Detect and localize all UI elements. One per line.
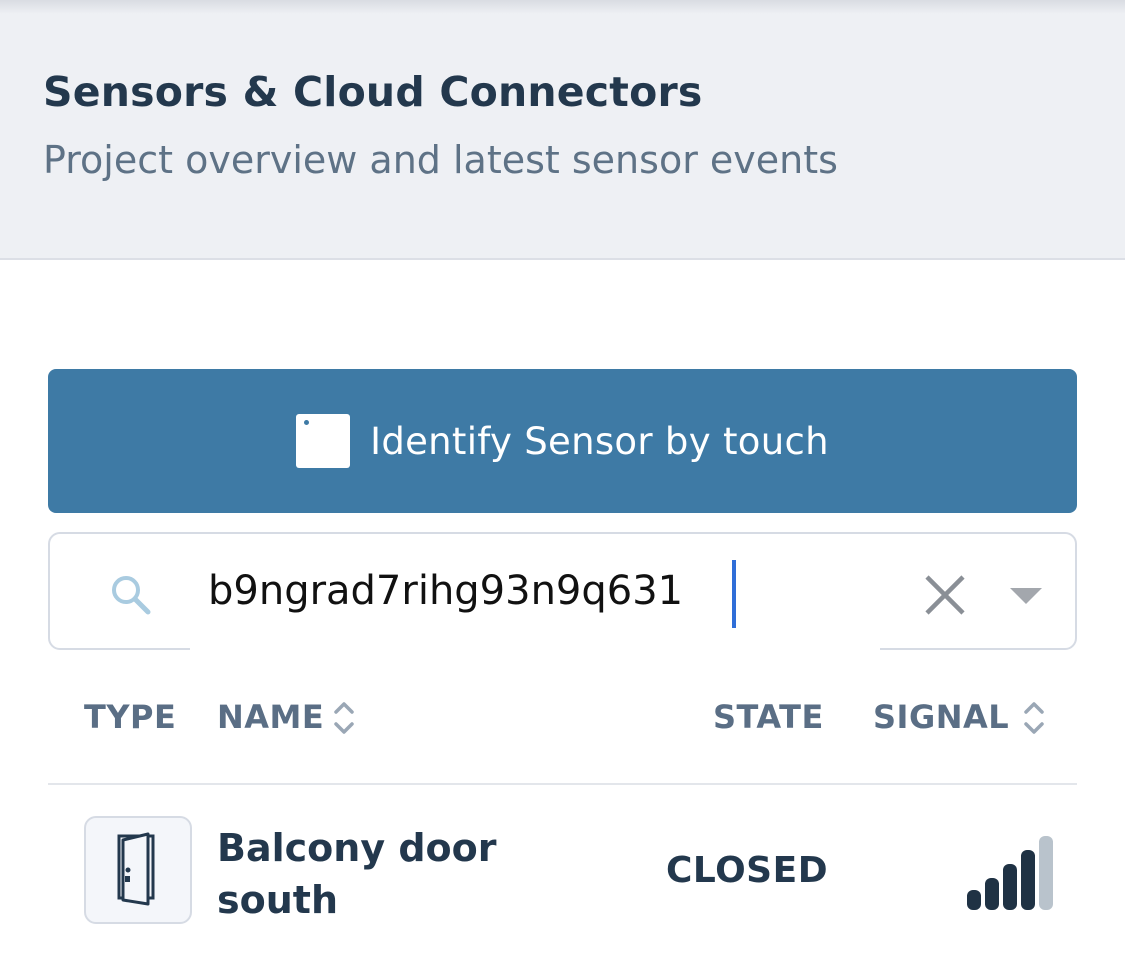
column-header-type: TYPE <box>84 698 177 736</box>
page-header: Sensors & Cloud Connectors Project overv… <box>0 0 1125 260</box>
search-input[interactable]: b9ngrad7rihg93n9q631 <box>208 568 683 614</box>
search-icon <box>112 576 151 615</box>
column-header-signal[interactable]: SIGNAL <box>873 698 1009 736</box>
signal-bar-4 <box>1021 850 1035 910</box>
header-shadow <box>0 0 1125 14</box>
sort-icon[interactable] <box>332 698 356 738</box>
door-icon <box>117 832 155 906</box>
table-divider <box>48 783 1077 785</box>
page-subtitle: Project overview and latest sensor event… <box>43 138 838 182</box>
signal-bar-1 <box>967 890 981 910</box>
signal-bar-3 <box>1003 864 1017 910</box>
column-header-state: STATE <box>713 698 824 736</box>
sensor-name: Balcony door south <box>217 826 497 922</box>
identify-sensor-button[interactable]: Identify Sensor by touch <box>48 369 1077 513</box>
signal-bar-2 <box>985 878 999 910</box>
sensor-state: CLOSED <box>666 850 829 891</box>
column-header-name[interactable]: NAME <box>217 698 324 736</box>
sensor-search-field[interactable]: b9ngrad7rihg93n9q631 <box>48 532 1077 651</box>
sensor-icon <box>296 414 351 468</box>
sort-icon[interactable] <box>1022 698 1046 738</box>
signal-bar-5 <box>1039 836 1053 910</box>
signal-strength-icon <box>967 836 1053 910</box>
clear-icon[interactable] <box>922 572 968 618</box>
chevron-down-icon[interactable] <box>1010 588 1042 606</box>
page-title: Sensors & Cloud Connectors <box>43 68 703 116</box>
text-caret <box>732 560 736 628</box>
identify-sensor-label: Identify Sensor by touch <box>370 419 829 463</box>
sensor-type-tile <box>84 816 192 924</box>
